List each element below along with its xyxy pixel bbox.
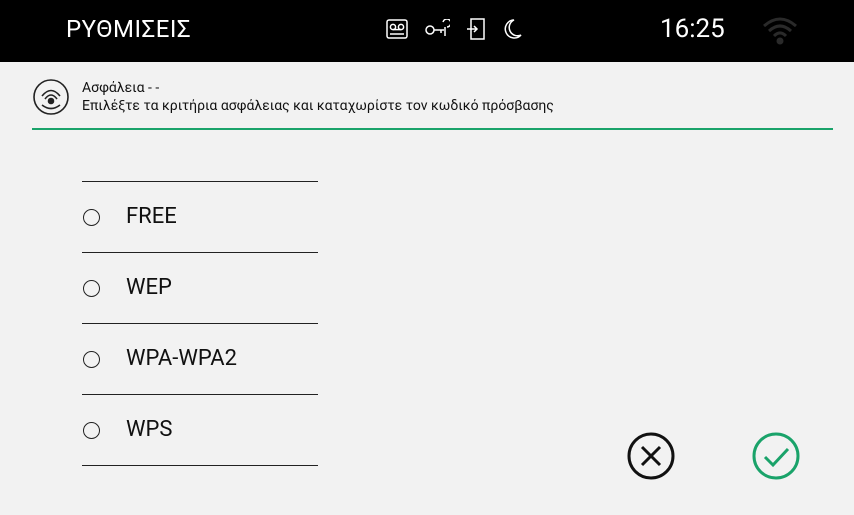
moon-icon: [502, 18, 522, 40]
option-wpa-wpa2[interactable]: WPA-WPA2: [82, 324, 318, 395]
wifi-icon: [760, 14, 800, 50]
option-free[interactable]: FREE: [82, 182, 318, 253]
cancel-button[interactable]: [625, 430, 677, 482]
radio-button[interactable]: [83, 279, 100, 297]
wireless-signal-icon: [32, 78, 70, 120]
option-label: WPS: [126, 417, 173, 442]
radio-button[interactable]: [83, 421, 100, 439]
radio-button[interactable]: [83, 208, 100, 226]
option-label: WEP: [126, 275, 172, 300]
option-wps[interactable]: WPS: [82, 395, 318, 466]
header-subtitle: Επιλέξτε τα κριτήρια ασφάλειας και καταχ…: [82, 98, 554, 114]
key-icon: [424, 19, 450, 39]
door-exit-icon: [466, 18, 486, 40]
voicemail-icon: [386, 19, 408, 39]
option-wep[interactable]: WEP: [82, 253, 318, 324]
option-label: WPA-WPA2: [126, 346, 237, 371]
option-label: FREE: [126, 204, 177, 229]
cancel-circle-icon: [625, 432, 677, 486]
header-title: Ασφάλεια - -: [82, 80, 160, 96]
confirm-button[interactable]: [750, 430, 802, 482]
radio-button[interactable]: [83, 350, 100, 368]
section-header: Ασφάλεια - - Επιλέξτε τα κριτήρια ασφάλε…: [32, 74, 833, 130]
status-bar: ΡΥΘΜΙΣΕΙΣ 16:25: [0, 0, 854, 62]
clock: 16:25: [660, 14, 725, 44]
check-circle-icon: [750, 432, 802, 486]
page-title: ΡΥΘΜΙΣΕΙΣ: [66, 15, 192, 43]
security-options-list: FREE WEP WPA-WPA2 WPS: [82, 181, 318, 466]
status-icons: [386, 18, 522, 40]
